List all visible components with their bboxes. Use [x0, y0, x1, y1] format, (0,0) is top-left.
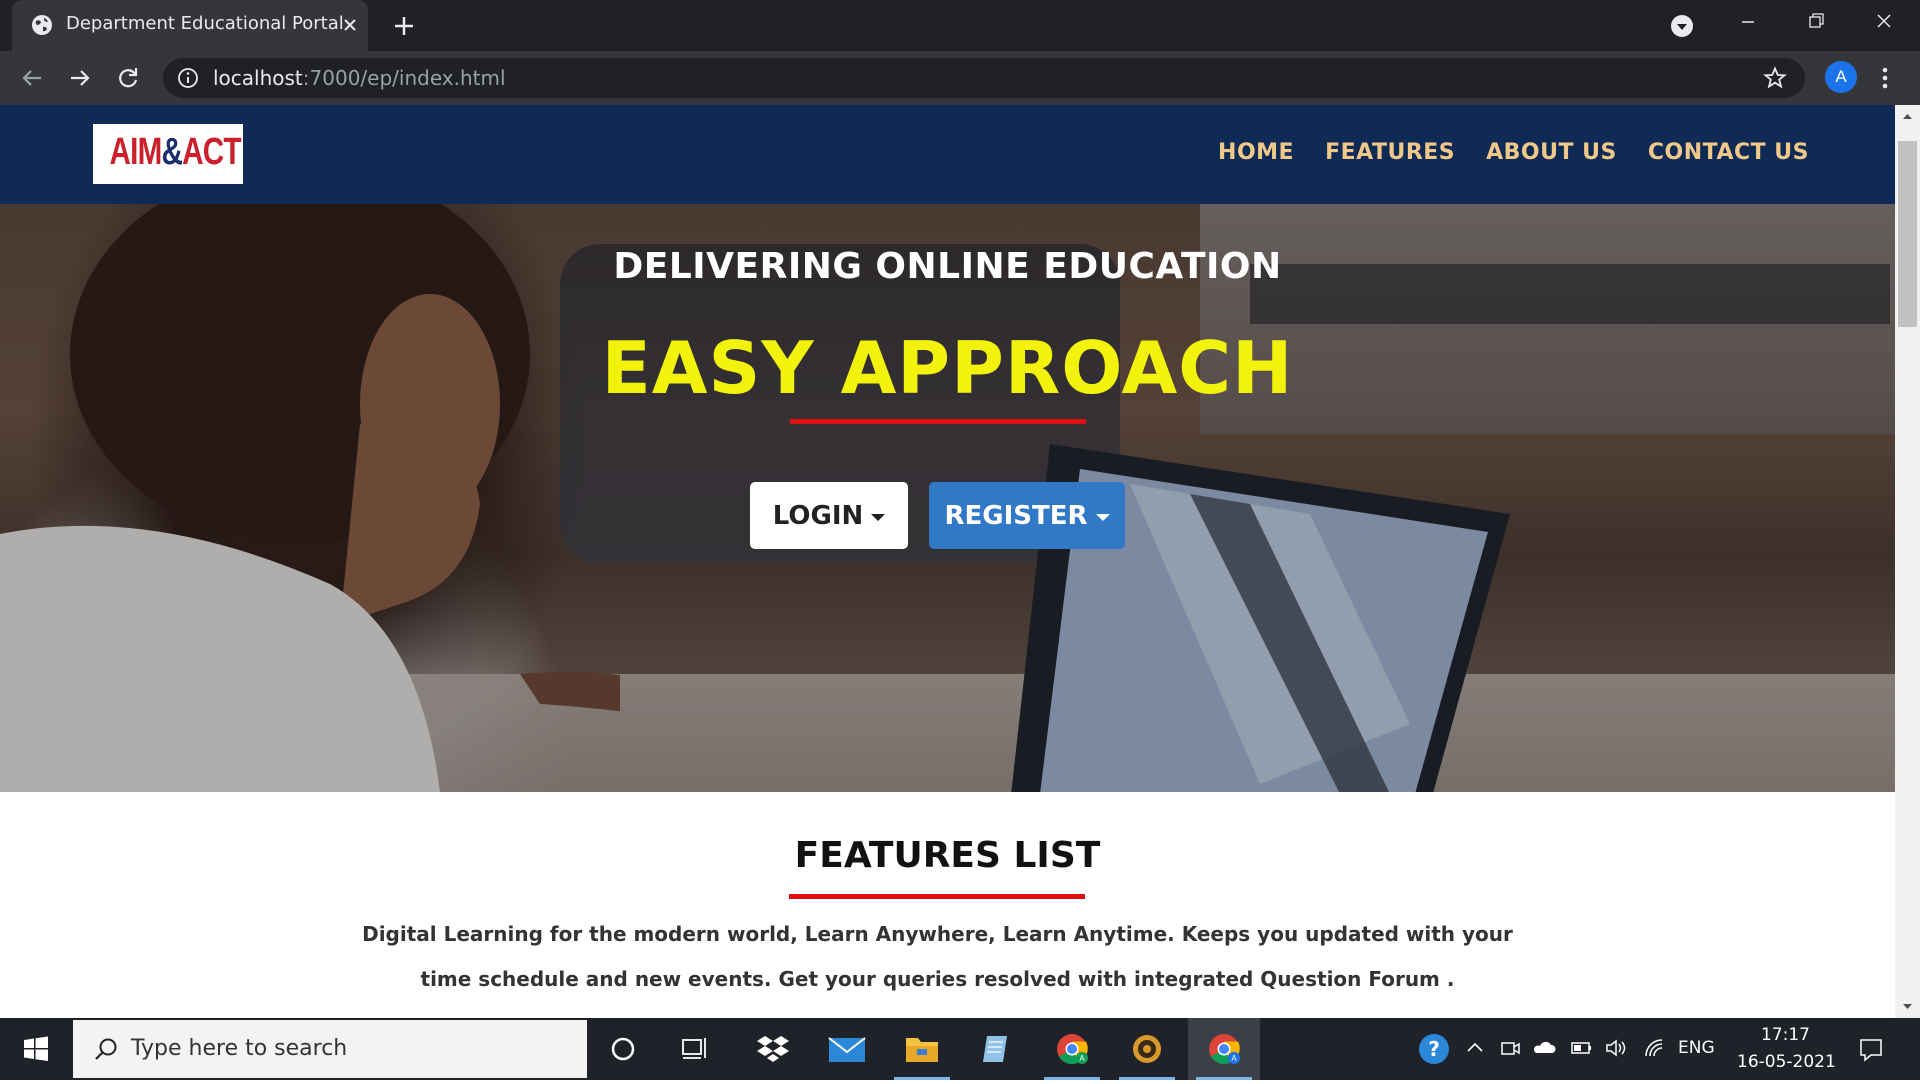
restore-icon[interactable] [1782, 0, 1850, 44]
volume-icon[interactable] [1602, 1034, 1630, 1062]
chrome-profile-icon[interactable]: A [1188, 1018, 1260, 1080]
address-bar[interactable]: localhost:7000/ep/index.html [163, 58, 1805, 98]
dropbox-icon[interactable] [737, 1018, 809, 1080]
hero-title: EASY APPROACH [601, 326, 1294, 410]
browser-tab[interactable]: Department Educational Portal [12, 0, 368, 51]
nav-home[interactable]: HOME [1218, 140, 1294, 165]
logo-ampersand: & [161, 131, 183, 173]
wifi-icon[interactable] [1640, 1034, 1668, 1062]
minimize-icon[interactable] [1714, 0, 1782, 44]
scroll-thumb[interactable] [1898, 141, 1917, 327]
nav-links: HOME FEATURES ABOUT US CONTACT US [1218, 140, 1809, 165]
reload-icon[interactable] [112, 62, 144, 94]
svg-text:A: A [1079, 1054, 1085, 1063]
browser-tab-bar: Department Educational Portal [0, 0, 1920, 51]
task-view-icon[interactable] [659, 1018, 731, 1080]
page-viewport: AIM&ACT HOME FEATURES ABOUT US CONTACT U… [0, 105, 1895, 1018]
windows-taskbar: Type here to search A A ? ENG 17:17 16-0… [0, 1018, 1920, 1080]
logo-part-aim: AIM [109, 131, 163, 173]
taskbar-search-box[interactable]: Type here to search [73, 1020, 587, 1078]
chrome-active-icon: A [1196, 1034, 1252, 1080]
file-explorer-icon[interactable] [886, 1018, 958, 1080]
settings-app-icon[interactable] [1111, 1018, 1183, 1080]
clock-time[interactable]: 17:17 [1761, 1025, 1810, 1045]
search-icon [95, 1038, 117, 1060]
cortana-icon[interactable] [587, 1018, 659, 1080]
search-placeholder: Type here to search [131, 1036, 348, 1061]
chrome-icon[interactable]: A [1036, 1018, 1108, 1080]
features-description: Digital Learning for the modern world, L… [362, 922, 1513, 991]
notepad-icon[interactable] [961, 1018, 1033, 1080]
close-window-icon[interactable] [1850, 0, 1918, 44]
onedrive-icon[interactable] [1530, 1034, 1558, 1062]
language-indicator[interactable]: ENG [1678, 1038, 1715, 1058]
caret-down-icon [1095, 513, 1110, 521]
hero-subtitle: DELIVERING ONLINE EDUCATION [613, 246, 1282, 287]
help-icon[interactable]: ? [1416, 1031, 1452, 1067]
windows-start-icon[interactable] [0, 1018, 72, 1080]
site-navbar: AIM&ACT HOME FEATURES ABOUT US CONTACT U… [0, 105, 1895, 204]
features-title-underline [789, 894, 1085, 899]
site-info-icon[interactable] [177, 67, 199, 89]
tab-title: Department Educational Portal [66, 13, 344, 34]
logo-part-act: ACT [182, 131, 241, 173]
back-icon[interactable] [16, 62, 48, 94]
features-title: FEATURES LIST [794, 835, 1101, 876]
site-logo[interactable]: AIM&ACT [93, 124, 243, 184]
globe-icon [32, 15, 52, 35]
url-text: localhost:7000/ep/index.html [213, 66, 506, 90]
scroll-up-arrow-icon[interactable] [1895, 105, 1920, 129]
page-scrollbar[interactable] [1895, 105, 1920, 1018]
url-host: localhost [213, 66, 303, 90]
login-dropdown-button[interactable]: LOGIN [750, 482, 908, 549]
forward-icon[interactable] [64, 62, 96, 94]
hero-title-underline [790, 419, 1086, 424]
tab-search-icon[interactable] [1667, 11, 1697, 41]
logo-text: AIM&ACT [109, 131, 242, 174]
hero-banner: DELIVERING ONLINE EDUCATION EASY APPROAC… [0, 204, 1895, 792]
register-dropdown-button[interactable]: REGISTER [929, 482, 1125, 549]
scroll-down-arrow-icon[interactable] [1895, 994, 1920, 1018]
register-label: REGISTER [944, 500, 1088, 531]
new-tab-icon[interactable] [390, 12, 418, 40]
svg-text:?: ? [1428, 1037, 1440, 1061]
bookmark-star-icon[interactable] [1763, 66, 1787, 90]
browser-toolbar: localhost:7000/ep/index.html A [0, 51, 1920, 105]
url-path: :7000/ep/index.html [302, 66, 506, 90]
meet-now-icon[interactable] [1496, 1034, 1524, 1062]
close-tab-icon[interactable] [337, 12, 363, 38]
clock-date[interactable]: 16-05-2021 [1737, 1052, 1836, 1072]
chevron-up-icon[interactable] [1461, 1034, 1489, 1062]
nav-about-us[interactable]: ABOUT US [1486, 140, 1617, 165]
login-label: LOGIN [772, 500, 864, 531]
mail-icon[interactable] [811, 1018, 883, 1080]
caret-down-icon [871, 513, 886, 521]
notifications-icon[interactable] [1856, 1034, 1886, 1064]
profile-avatar[interactable]: A [1825, 61, 1857, 93]
browser-menu-icon[interactable] [1874, 62, 1896, 94]
nav-contact-us[interactable]: CONTACT US [1648, 140, 1809, 165]
battery-icon[interactable] [1566, 1034, 1594, 1062]
nav-features[interactable]: FEATURES [1325, 140, 1455, 165]
svg-text:A: A [1231, 1054, 1237, 1063]
